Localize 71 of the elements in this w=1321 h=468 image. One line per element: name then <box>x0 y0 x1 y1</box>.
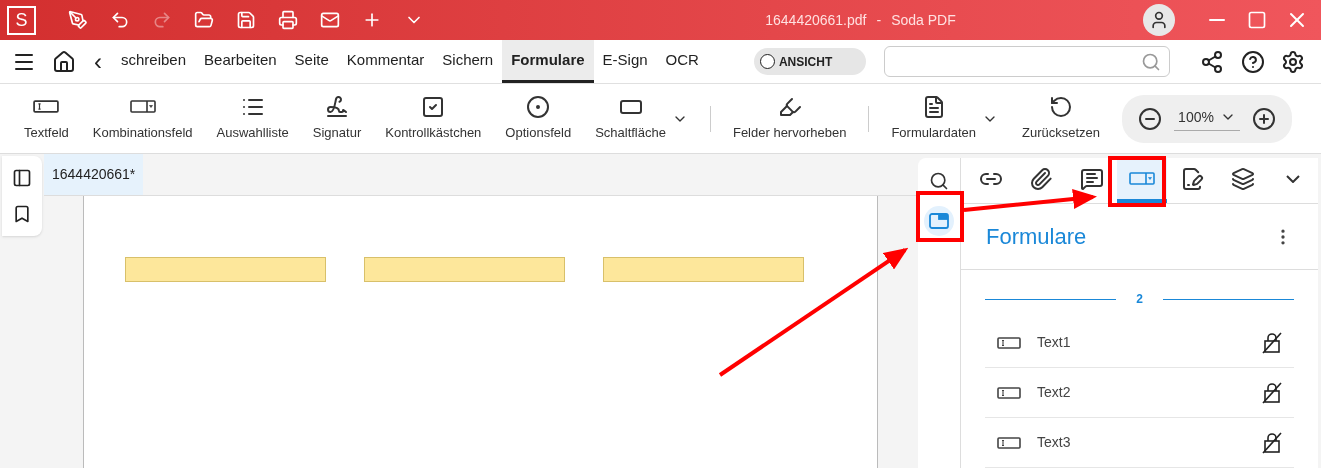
user-avatar[interactable] <box>1143 4 1175 36</box>
field-name: Text3 <box>1037 433 1072 452</box>
field-list-item[interactable]: Text3 <box>985 418 1294 468</box>
toolbar-button[interactable]: Auswahlliste <box>204 88 301 149</box>
app-logo: S <box>7 5 36 35</box>
settings-icon[interactable] <box>1280 49 1305 74</box>
highlight-frame <box>916 191 964 242</box>
menu-tab[interactable]: schreiben <box>112 40 196 83</box>
window-title: 1644420661.pdf <box>765 10 867 30</box>
toolbar-button[interactable]: Optionsfeld <box>493 88 584 149</box>
menu-tab[interactable]: Bearbeiten <box>195 40 286 83</box>
toolbar-button[interactable]: Textfeld <box>12 88 81 149</box>
paperclip-icon <box>1029 166 1054 191</box>
bookmark-icon[interactable] <box>12 204 32 224</box>
home-icon[interactable] <box>52 49 76 74</box>
toolbar-button[interactable]: Kombinationsfeld <box>80 88 205 149</box>
menu-tab[interactable]: Formulare <box>502 40 594 83</box>
comment-icon <box>1079 166 1104 191</box>
app-name: Soda PDF <box>891 10 956 30</box>
zoom-out-icon[interactable] <box>1138 106 1162 131</box>
help-icon[interactable] <box>1240 49 1265 74</box>
forms-button[interactable] <box>924 206 954 236</box>
toolbar-button[interactable]: Felder hervorheben <box>720 88 859 149</box>
text-field-icon <box>33 100 60 113</box>
layers-icon <box>1230 166 1255 191</box>
toolbar-button[interactable]: Signatur <box>300 88 374 149</box>
text-field-icon <box>997 336 1021 349</box>
zoom-dropdown[interactable]: 100% <box>1174 106 1240 131</box>
menu-tab[interactable]: Seite <box>285 40 338 83</box>
unlocked-icon <box>1262 381 1282 404</box>
panel-title: Formulare <box>986 223 1087 251</box>
share-icon[interactable] <box>1199 49 1224 74</box>
toggle-knob <box>759 54 775 69</box>
form-field-icon <box>1129 172 1155 185</box>
field-list-item[interactable]: Text1 <box>985 318 1294 368</box>
unlocked-icon <box>1262 431 1282 454</box>
field-name: Text1 <box>1037 333 1072 352</box>
combo-box-icon <box>129 100 156 113</box>
menu-tab[interactable]: Kommentar <box>337 40 434 83</box>
toolbar-button[interactable]: Schaltfläche <box>583 88 700 149</box>
view-toggle[interactable]: ANSICHT <box>753 48 866 75</box>
search-field[interactable] <box>883 46 1170 77</box>
field-name: Text2 <box>1037 383 1072 402</box>
search-icon <box>1140 51 1161 72</box>
toolbar-button[interactable]: Zurücksetzen <box>1009 88 1112 149</box>
page-number: 2 <box>1135 291 1144 308</box>
document-tab[interactable]: 1644420661* <box>44 154 144 195</box>
signature-icon <box>325 94 349 119</box>
chevron-down-icon <box>1285 174 1300 183</box>
window-icon <box>929 213 949 229</box>
title-separator: - <box>876 10 882 30</box>
sidebar-panel-icon[interactable] <box>12 168 32 188</box>
maximize-icon[interactable] <box>1247 10 1267 30</box>
signed-document-icon <box>1180 166 1205 191</box>
radio-icon <box>526 94 551 119</box>
form-field[interactable] <box>125 257 326 282</box>
unlocked-icon <box>1262 331 1282 354</box>
checkbox-icon <box>421 94 446 119</box>
text-field-icon <box>997 386 1021 399</box>
menu-tab[interactable]: Sichern <box>433 40 503 83</box>
form-field[interactable] <box>603 257 804 282</box>
field-list-item[interactable]: Text2 <box>985 368 1294 418</box>
reset-icon <box>1049 94 1073 119</box>
menu-tab[interactable]: OCR <box>656 40 708 83</box>
highlight-frame <box>1108 156 1166 207</box>
form-field[interactable] <box>364 257 565 282</box>
toolbar-button[interactable]: Kontrollkästchen <box>373 88 494 149</box>
toolbar-button[interactable]: Formulardaten <box>879 88 1010 149</box>
text-field-icon <box>997 436 1021 449</box>
zoom-in-icon[interactable] <box>1252 106 1276 131</box>
menu-tab[interactable]: E-Sign <box>593 40 657 83</box>
